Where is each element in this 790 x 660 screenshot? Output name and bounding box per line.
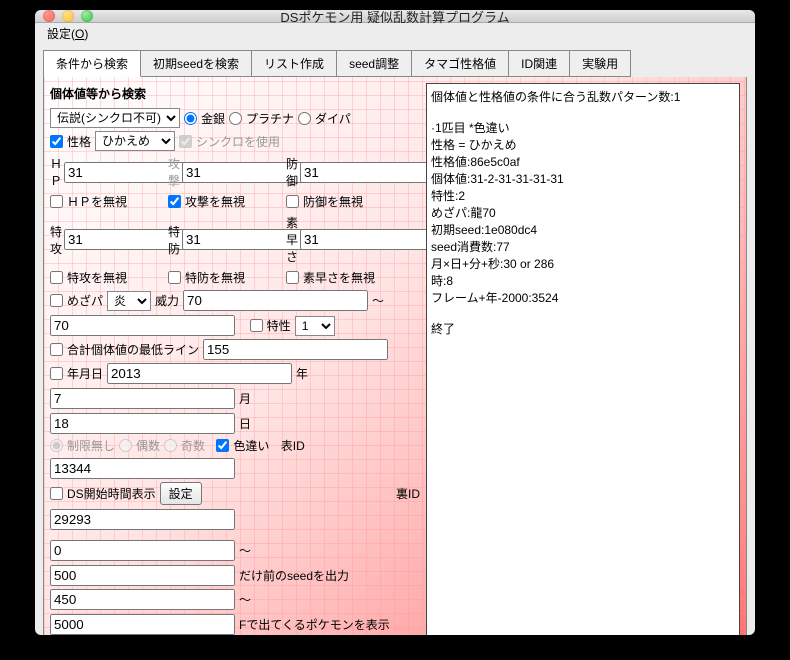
nature-select[interactable]: ひかえめ [95,131,175,151]
radio-gs[interactable]: 金銀 [184,110,225,127]
hppow-lo[interactable] [183,290,368,311]
left-column: 個体値等から検索 伝説(シンクロ不可) 金銀 プラチナ ダイパ 性格 ひかえめ … [50,83,420,635]
menu-settings[interactable]: 設定(O) [41,25,94,43]
seed-lo[interactable] [50,540,235,561]
nature-checkbox[interactable]: 性格 [50,133,91,150]
menubar: 設定(O) [35,23,755,44]
tab-list[interactable]: リスト作成 [252,51,337,77]
ability-select[interactable]: 1 [295,316,335,336]
sync-checkbox[interactable]: シンクロを使用 [179,133,280,150]
ign-def[interactable]: 防御を無視 [286,193,394,210]
tab-initial-seed[interactable]: 初期seedを検索 [141,51,252,77]
right-column: 個体値と性格値の条件に合う乱数パターン数:1 ·1匹目 *色違い 性格 = ひか… [426,83,740,635]
day-input[interactable] [50,413,235,434]
tid-input[interactable] [50,458,235,479]
total-input[interactable] [203,339,388,360]
hptype-select[interactable]: 炎 [107,291,151,311]
date-checkbox[interactable]: 年月日 [50,365,103,382]
method-select[interactable]: 伝説(シンクロ不可) [50,108,180,128]
app-window: DSポケモン用 疑似乱数計算プログラム 設定(O) 条件から検索 初期seedを… [35,10,755,635]
hppow-hi[interactable] [50,315,235,336]
output-textarea[interactable]: 個体値と性格値の条件に合う乱数パターン数:1 ·1匹目 *色違い 性格 = ひか… [426,83,740,635]
tab-bar: 条件から検索 初期seedを検索 リスト作成 seed調整 タマゴ性格値 ID関… [43,50,631,77]
left-heading: 個体値等から検索 [50,85,420,102]
sid-input[interactable] [50,509,235,530]
main-panel: 個体値等から検索 伝説(シンクロ不可) 金銀 プラチナ ダイパ 性格 ひかえめ … [43,77,747,635]
tab-egg-nature[interactable]: タマゴ性格値 [412,51,509,77]
radio-pt[interactable]: プラチナ [229,110,294,127]
frame-hi[interactable] [50,614,235,635]
tab-seed-adjust[interactable]: seed調整 [337,51,412,77]
total-checkbox[interactable]: 合計個体値の最低ライン [50,341,199,358]
tab-experiment[interactable]: 実験用 [570,51,630,77]
ign-hp[interactable]: ＨＰを無視 [50,193,158,210]
ds-start-checkbox[interactable]: DS開始時間表示 [50,485,156,502]
window-title: DSポケモン用 疑似乱数計算プログラム [35,10,755,26]
seed-hi[interactable] [50,565,235,586]
radio-dp[interactable]: ダイパ [298,110,351,127]
titlebar: DSポケモン用 疑似乱数計算プログラム [35,10,755,23]
ign-spe[interactable]: 素早さを無視 [286,269,394,286]
year-input[interactable] [107,363,292,384]
tab-id[interactable]: ID関連 [509,51,570,77]
ign-spd[interactable]: 特防を無視 [168,269,276,286]
ability-checkbox[interactable]: 特性 [250,317,291,334]
ign-atk[interactable]: 攻撃を無視 [168,193,276,210]
parity-odd[interactable]: 奇数 [164,437,205,454]
ds-settings-button[interactable]: 設定 [160,482,202,505]
ign-spa[interactable]: 特攻を無視 [50,269,158,286]
tab-search-by-cond[interactable]: 条件から検索 [44,51,141,77]
parity-none[interactable]: 制限無し [50,437,115,454]
frame-lo[interactable] [50,589,235,610]
parity-even[interactable]: 偶数 [119,437,160,454]
shiny-checkbox[interactable]: 色違い [216,437,269,454]
hptype-checkbox[interactable]: めざパ [50,292,103,309]
month-input[interactable] [50,388,235,409]
